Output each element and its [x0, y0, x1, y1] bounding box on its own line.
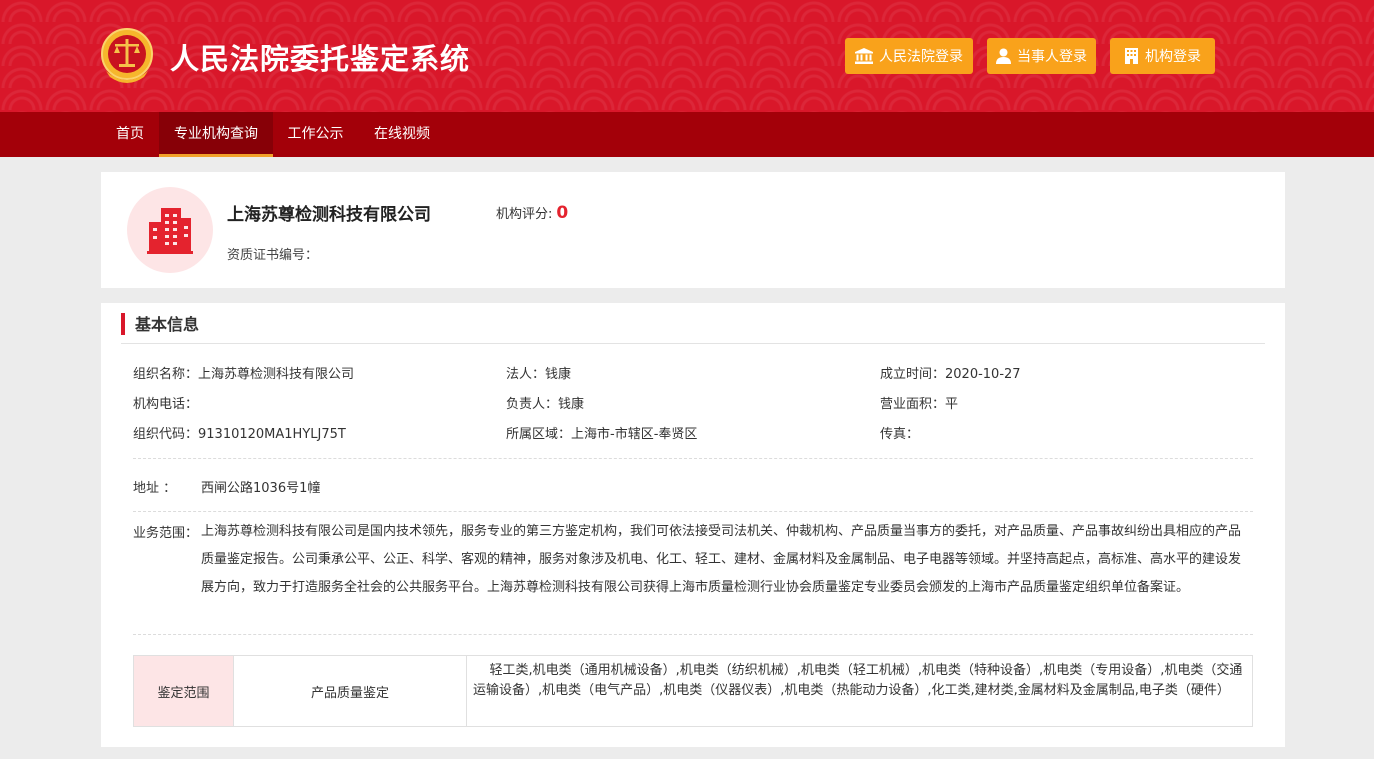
field-legal-person: 法人：钱康	[506, 367, 572, 382]
scope-text: 上海苏尊检测科技有限公司是国内技术领先，服务专业的第三方鉴定机构，我们可依法接受…	[201, 524, 1242, 595]
bank-icon	[855, 48, 873, 64]
nav-online-video[interactable]: 在线视频	[358, 112, 446, 157]
appraisal-type: 产品质量鉴定	[234, 656, 467, 726]
dashed-divider	[133, 511, 1253, 512]
section-title: 基本信息	[135, 315, 200, 334]
scope-label: 业务范围：	[133, 526, 199, 541]
field-phone: 机构电话：	[133, 397, 199, 412]
cert-number-label: 资质证书编号：	[227, 248, 319, 263]
dashed-divider	[133, 458, 1253, 459]
org-login-label: 机构登录	[1145, 49, 1201, 65]
org-score: 机构评分: 0	[496, 203, 568, 223]
party-login-button[interactable]: 当事人登录	[987, 38, 1096, 74]
appraisal-detail: 轻工类,机电类（通用机械设备）,机电类（纺织机械）,机电类（轻工机械）,机电类（…	[467, 656, 1252, 726]
building-icon	[1125, 48, 1138, 64]
field-manager: 负责人：钱康	[506, 397, 585, 412]
field-org-code: 组织代码：91310120MA1HYLJ75T	[133, 427, 346, 442]
section-divider	[121, 343, 1265, 344]
score-label: 机构评分:	[496, 207, 553, 222]
field-founded: 成立时间：2020-10-27	[880, 367, 1021, 382]
appraisal-detail-text: 轻工类,机电类（通用机械设备）,机电类（纺织机械）,机电类（轻工机械）,机电类（…	[473, 663, 1243, 698]
court-login-label: 人民法院登录	[879, 49, 963, 65]
dashed-divider	[133, 634, 1253, 635]
address-label: 地址 ：	[133, 481, 177, 496]
main-nav: 首页 专业机构查询 工作公示 在线视频	[0, 112, 1374, 157]
field-org-name: 组织名称：上海苏尊检测科技有限公司	[133, 367, 355, 382]
field-area: 营业面积：平	[880, 397, 959, 412]
appraisal-scope-head: 鉴定范围	[134, 656, 234, 726]
user-icon	[996, 48, 1011, 64]
site-title: 人民法院委托鉴定系统	[170, 42, 471, 76]
appraisal-scope-table: 鉴定范围 产品质量鉴定 轻工类,机电类（通用机械设备）,机电类（纺织机械）,机电…	[133, 655, 1253, 727]
org-avatar	[127, 187, 213, 273]
site-header: 人民法院委托鉴定系统 人民法院登录 当事人登录 机构登录	[0, 0, 1374, 112]
basic-info-card: 基本信息 组织名称：上海苏尊检测科技有限公司 法人：钱康 成立时间：2020-1…	[101, 303, 1285, 747]
nav-work-notice[interactable]: 工作公示	[273, 112, 358, 157]
score-value: 0	[556, 203, 569, 223]
party-login-label: 当事人登录	[1017, 49, 1087, 65]
court-login-button[interactable]: 人民法院登录	[845, 38, 973, 74]
field-region: 所属区域：上海市-市辖区-奉贤区	[506, 427, 698, 442]
org-login-button[interactable]: 机构登录	[1110, 38, 1215, 74]
org-summary-card: 上海苏尊检测科技有限公司 机构评分: 0 资质证书编号：	[101, 172, 1285, 288]
address-value: 西闸公路1036号1幢	[201, 481, 321, 496]
field-fax: 传真：	[880, 427, 920, 442]
court-emblem-icon[interactable]	[100, 27, 154, 85]
org-building-icon	[147, 208, 193, 254]
nav-org-search[interactable]: 专业机构查询	[159, 112, 273, 157]
org-name: 上海苏尊检测科技有限公司	[227, 205, 431, 225]
nav-home[interactable]: 首页	[101, 112, 159, 157]
